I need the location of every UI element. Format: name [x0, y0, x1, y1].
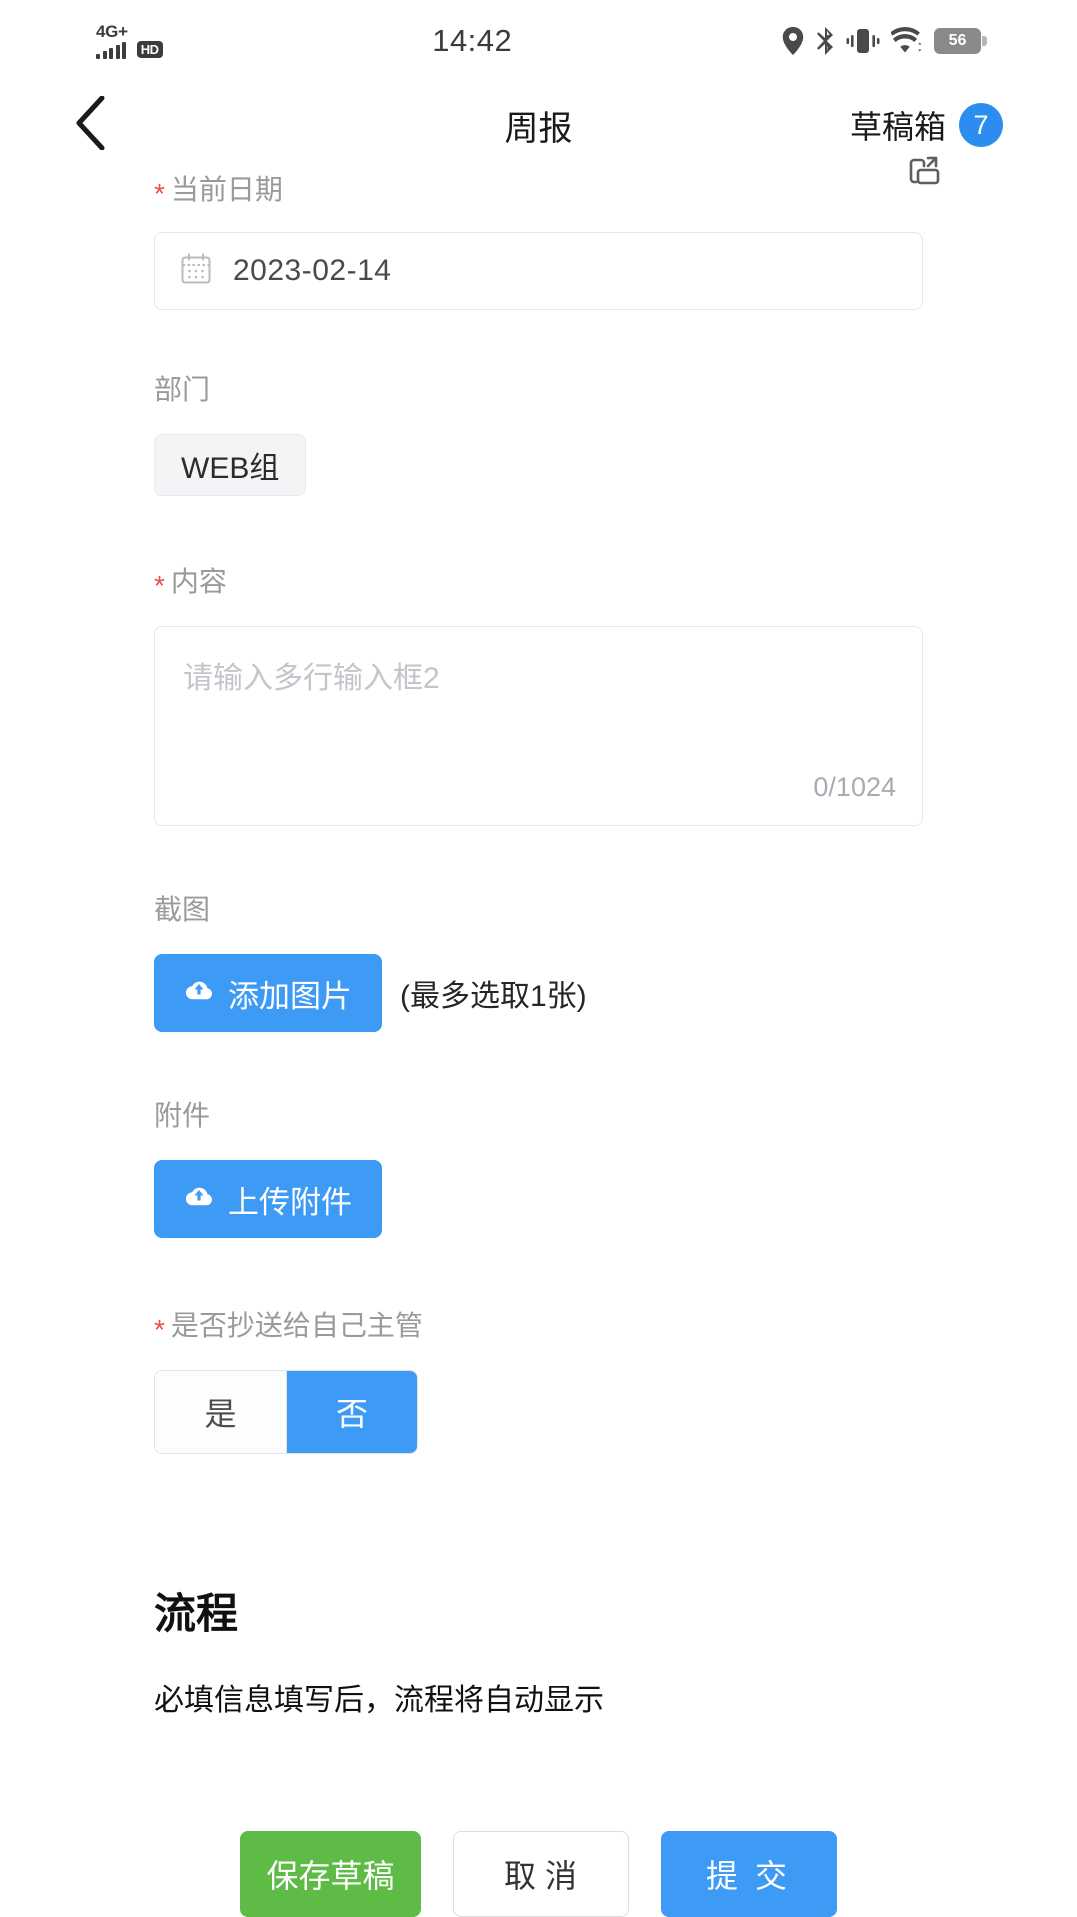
content-character-counter: 0/1024: [813, 772, 896, 802]
cc-manager-label-row: * 是否抄送给自己主管: [154, 1304, 923, 1344]
date-value: 2023-02-14: [233, 254, 392, 287]
content-label: 内容: [170, 566, 227, 597]
report-form: * 当前日期 2023-02-14 部门 WEB组 * 内容 请输入多行输入框2…: [0, 156, 1077, 1719]
add-image-button[interactable]: 添加图片: [154, 954, 382, 1032]
current-date-label-row: * 当前日期: [154, 168, 923, 208]
field-current-date: * 当前日期 2023-02-14: [154, 156, 940, 310]
upload-attachment-button[interactable]: 上传附件: [154, 1160, 382, 1238]
save-draft-button[interactable]: 保存草稿: [240, 1831, 421, 1917]
signal-bars-icon: [96, 42, 126, 59]
drafts-count-badge: 7: [959, 103, 1003, 147]
cancel-button[interactable]: 取 消: [452, 1831, 629, 1917]
field-screenshot: 截图 添加图片 (最多选取1张): [154, 888, 923, 1032]
cc-option-yes[interactable]: 是: [155, 1371, 286, 1453]
attachment-row: 上传附件: [154, 1160, 923, 1238]
required-asterisk: *: [154, 178, 165, 209]
phone-screen: 4G+ HD 14:42 56 周报 草稿箱 7 * 当前日期 2023-02-…: [0, 0, 1077, 1917]
screenshot-hint: (最多选取1张): [400, 980, 587, 1013]
battery-icon: 56: [934, 28, 987, 54]
flow-section: 流程 必填信息填写后，流程将自动显示: [154, 1580, 923, 1719]
vibrate-icon: [846, 27, 880, 55]
status-bar-right: 56: [782, 27, 987, 55]
content-label-row: * 内容: [154, 560, 923, 600]
clock-label: 14:42: [432, 23, 513, 58]
date-input[interactable]: 2023-02-14: [154, 232, 923, 310]
cc-manager-segmented-control: 是 否: [154, 1370, 418, 1454]
calendar-icon: [181, 253, 211, 290]
content-placeholder: 请输入多行输入框2: [183, 662, 440, 695]
screenshot-label: 截图: [154, 894, 211, 925]
current-date-label: 当前日期: [170, 174, 283, 205]
signal-icon: 4G+: [96, 23, 128, 59]
upload-attachment-label: 上传附件: [228, 1184, 352, 1220]
hd-icon: HD: [136, 41, 163, 58]
field-content: * 内容 请输入多行输入框2 0/1024: [154, 560, 923, 826]
export-folder-icon[interactable]: [901, 150, 947, 201]
flow-title: 流程: [154, 1590, 239, 1637]
department-value-tag[interactable]: WEB组: [154, 434, 307, 496]
screenshot-row: 添加图片 (最多选取1张): [154, 954, 923, 1032]
field-cc-manager: * 是否抄送给自己主管 是 否: [154, 1304, 923, 1454]
cc-manager-label: 是否抄送给自己主管: [170, 1310, 423, 1341]
bluetooth-icon: [815, 27, 835, 55]
location-icon: [782, 27, 804, 55]
add-image-label: 添加图片: [228, 978, 352, 1014]
status-bar: 4G+ HD 14:42 56: [0, 0, 1077, 82]
network-type-label: 4G+: [96, 22, 128, 41]
department-label: 部门: [154, 374, 211, 405]
field-attachment: 附件 上传附件: [154, 1094, 923, 1238]
status-bar-center: 14:42: [163, 23, 783, 59]
wifi-icon: [891, 27, 923, 55]
submit-button[interactable]: 提 交: [660, 1831, 837, 1917]
drafts-label: 草稿箱: [849, 109, 946, 145]
attachment-label: 附件: [154, 1100, 211, 1131]
battery-level-label: 56: [948, 32, 967, 49]
cloud-upload-icon: [184, 1181, 214, 1217]
back-chevron-icon: [74, 95, 106, 155]
status-bar-left: 4G+ HD: [96, 23, 163, 59]
drafts-button[interactable]: 草稿箱 7: [850, 102, 1003, 148]
flow-description: 必填信息填写后，流程将自动显示: [154, 1684, 604, 1717]
back-button[interactable]: [74, 95, 134, 155]
field-department: 部门 WEB组: [154, 368, 923, 496]
required-asterisk: *: [154, 570, 165, 601]
required-asterisk: *: [154, 1314, 165, 1345]
footer-action-bar: 保存草稿 取 消 提 交: [0, 1821, 1077, 1917]
content-textarea[interactable]: 请输入多行输入框2 0/1024: [154, 626, 923, 826]
cc-option-no[interactable]: 否: [286, 1371, 417, 1453]
cloud-upload-icon: [184, 975, 214, 1011]
